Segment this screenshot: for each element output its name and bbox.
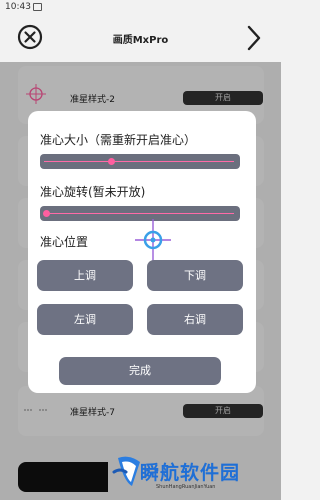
watermark-pinyin: ShunHangRuanJianYuan — [156, 484, 216, 490]
move-down-button[interactable]: 下调 — [147, 260, 243, 291]
move-left-button[interactable]: 左调 — [37, 304, 133, 335]
page-title: 画质MxPro — [112, 35, 169, 46]
app-header: 画质MxPro — [0, 14, 281, 62]
status-bar: 10:43 — [0, 0, 281, 14]
rotate-label: 准心旋转(暂未开放) — [40, 185, 146, 199]
move-right-button[interactable]: 右调 — [147, 304, 243, 335]
rotate-slider-thumb[interactable] — [43, 210, 50, 217]
notification-icon — [33, 3, 42, 11]
move-up-button[interactable]: 上调 — [37, 260, 133, 291]
size-slider-thumb[interactable] — [108, 158, 115, 165]
done-button[interactable]: 完成 — [59, 357, 221, 385]
crosshair-settings-dialog: 准心大小（需重新开启准心） 准心旋转(暂未开放) 准心位置 上调 下调 左调 右… — [28, 111, 256, 393]
watermark: 瞬航软件园 ShunHangRuanJianYuan — [112, 446, 272, 500]
position-label: 准心位置 — [40, 235, 89, 249]
watermark-brand: 瞬航软件园 — [140, 462, 241, 484]
status-time: 10:43 — [5, 2, 31, 12]
next-button[interactable] — [243, 23, 265, 53]
size-slider[interactable] — [40, 154, 240, 169]
size-label: 准心大小（需重新开启准心） — [40, 133, 197, 147]
size-slider-line — [44, 161, 234, 162]
rotate-slider-line — [44, 213, 234, 214]
chevron-right-icon — [247, 25, 261, 51]
